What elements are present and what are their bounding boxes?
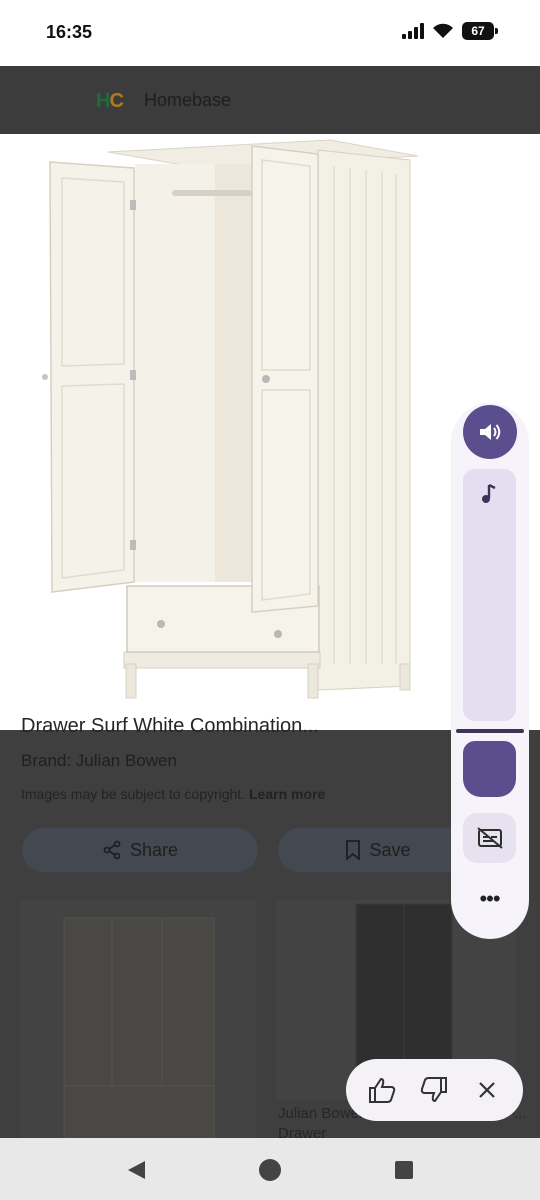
captions-off-icon xyxy=(476,827,503,849)
home-button[interactable] xyxy=(256,1156,284,1184)
recents-icon xyxy=(395,1161,413,1179)
more-options-button[interactable]: ••• xyxy=(463,875,516,923)
back-button[interactable] xyxy=(122,1156,150,1184)
wifi-icon xyxy=(433,23,453,38)
site-header[interactable]: HC Homebase xyxy=(0,66,540,134)
share-label: Share xyxy=(129,839,179,860)
media-volume-slider[interactable] xyxy=(463,469,516,721)
status-icons: 67 xyxy=(402,22,498,40)
related-product-thumbnail[interactable] xyxy=(20,900,256,1138)
share-icon xyxy=(103,840,121,860)
slider-divider xyxy=(456,729,524,733)
navigation-bar xyxy=(0,1138,540,1200)
site-logo: HC xyxy=(96,90,124,113)
site-name: Homebase xyxy=(144,90,232,110)
volume-icon xyxy=(480,424,501,440)
thumbs-up-button[interactable] xyxy=(362,1070,402,1110)
media-volume-panel: ••• xyxy=(451,403,529,939)
copyright-text: Images may be subject to copyright. xyxy=(21,786,246,802)
home-icon xyxy=(259,1159,281,1181)
captions-button[interactable] xyxy=(463,813,516,863)
bookmark-icon xyxy=(346,840,361,860)
product-title[interactable]: Drawer Surf White Combination... xyxy=(21,716,319,736)
status-bar: 16:35 67 xyxy=(0,0,540,66)
volume-button[interactable] xyxy=(463,405,517,459)
recents-button[interactable] xyxy=(390,1156,418,1184)
logo-letter-h: H xyxy=(96,90,110,112)
thumbs-down-button[interactable] xyxy=(414,1070,454,1110)
share-button[interactable]: Share xyxy=(22,828,258,872)
music-note-icon xyxy=(482,483,496,503)
copyright-notice: Images may be subject to copyright. Lear… xyxy=(21,786,325,802)
close-button[interactable] xyxy=(467,1070,507,1110)
save-label: Save xyxy=(369,839,411,860)
learn-more-link[interactable]: Learn more xyxy=(249,786,325,802)
logo-letter-c: C xyxy=(109,90,123,112)
close-icon xyxy=(479,1082,495,1098)
product-brand: Brand: Julian Bowen xyxy=(21,751,177,770)
battery-icon: 67 xyxy=(462,22,498,40)
feedback-bar xyxy=(346,1059,523,1121)
thumbs-down-icon xyxy=(421,1077,448,1103)
save-button[interactable]: Save xyxy=(278,828,478,872)
thumbs-up-icon xyxy=(369,1077,396,1103)
battery-level: 67 xyxy=(471,24,485,38)
more-icon: ••• xyxy=(479,886,500,911)
signal-icon xyxy=(402,23,424,39)
back-icon xyxy=(128,1161,145,1179)
status-time: 16:35 xyxy=(46,22,93,42)
wardrobe-thumbnail-image xyxy=(63,917,215,1138)
volume-level-fill[interactable] xyxy=(463,741,516,797)
